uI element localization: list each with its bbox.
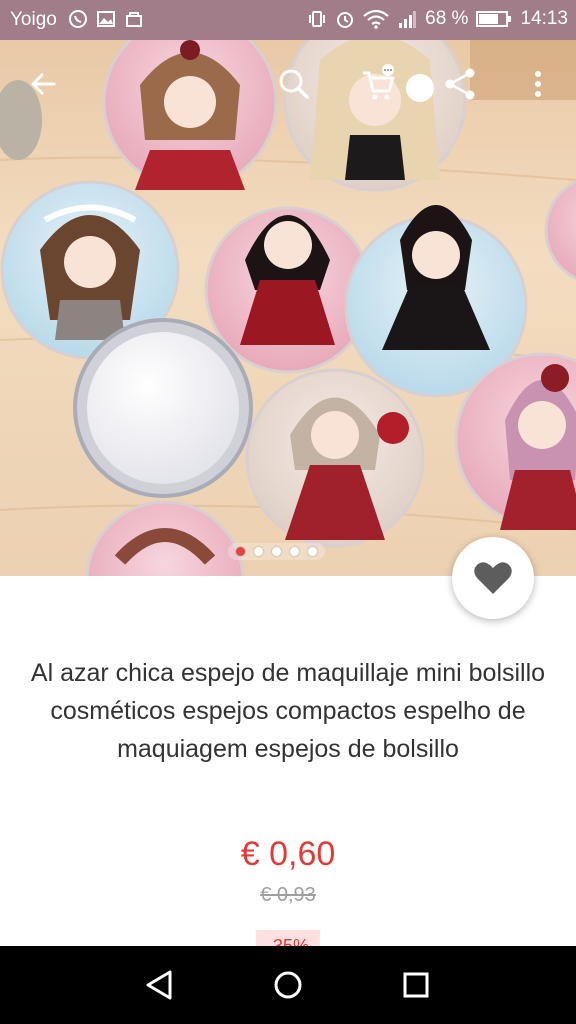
home-circle-icon[interactable] bbox=[268, 965, 308, 1005]
screen: Yoigo 68 % 14:13 Al azar chica espejo de… bbox=[0, 0, 576, 1024]
share-icon[interactable] bbox=[440, 64, 480, 104]
vibrate-icon bbox=[309, 11, 326, 27]
heart-icon bbox=[474, 562, 512, 594]
navigation-bar bbox=[0, 946, 576, 1024]
pagination-dot[interactable] bbox=[308, 547, 317, 556]
wifi-icon bbox=[363, 9, 389, 29]
pagination-dot[interactable] bbox=[254, 547, 263, 556]
battery-percent: 68 % bbox=[425, 8, 469, 29]
original-price: € 0,93 bbox=[260, 884, 316, 906]
search-icon[interactable] bbox=[274, 64, 314, 104]
product-price: € 0,60 bbox=[240, 835, 336, 873]
pagination-dot[interactable] bbox=[290, 547, 299, 556]
carrier-label: Yoigo bbox=[10, 9, 57, 30]
image-pagination bbox=[228, 543, 325, 560]
favorite-button[interactable] bbox=[452, 537, 534, 619]
system-indicators: 68 % 14:13 bbox=[307, 8, 568, 30]
top-action-bar bbox=[0, 40, 576, 130]
pagination-dot[interactable] bbox=[236, 547, 245, 556]
product-title: Al azar chica espejo de maquillaje mini … bbox=[30, 659, 546, 763]
whatsapp-icon bbox=[69, 10, 87, 28]
alarm-icon bbox=[337, 12, 354, 28]
more-vertical-icon[interactable] bbox=[518, 64, 558, 104]
clock: 14:13 bbox=[520, 8, 568, 29]
battery-icon bbox=[476, 11, 512, 27]
cart-icon[interactable] bbox=[358, 64, 398, 104]
notification-icons bbox=[68, 9, 144, 29]
status-bar: Yoigo 68 % 14:13 bbox=[0, 0, 576, 40]
gallery-icon bbox=[97, 11, 115, 27]
back-triangle-icon[interactable] bbox=[140, 965, 180, 1005]
recents-square-icon[interactable] bbox=[396, 965, 436, 1005]
pagination-dot[interactable] bbox=[272, 547, 281, 556]
store-icon bbox=[126, 12, 142, 27]
signal-icon bbox=[399, 11, 417, 28]
arrow-left-icon[interactable] bbox=[24, 64, 64, 104]
